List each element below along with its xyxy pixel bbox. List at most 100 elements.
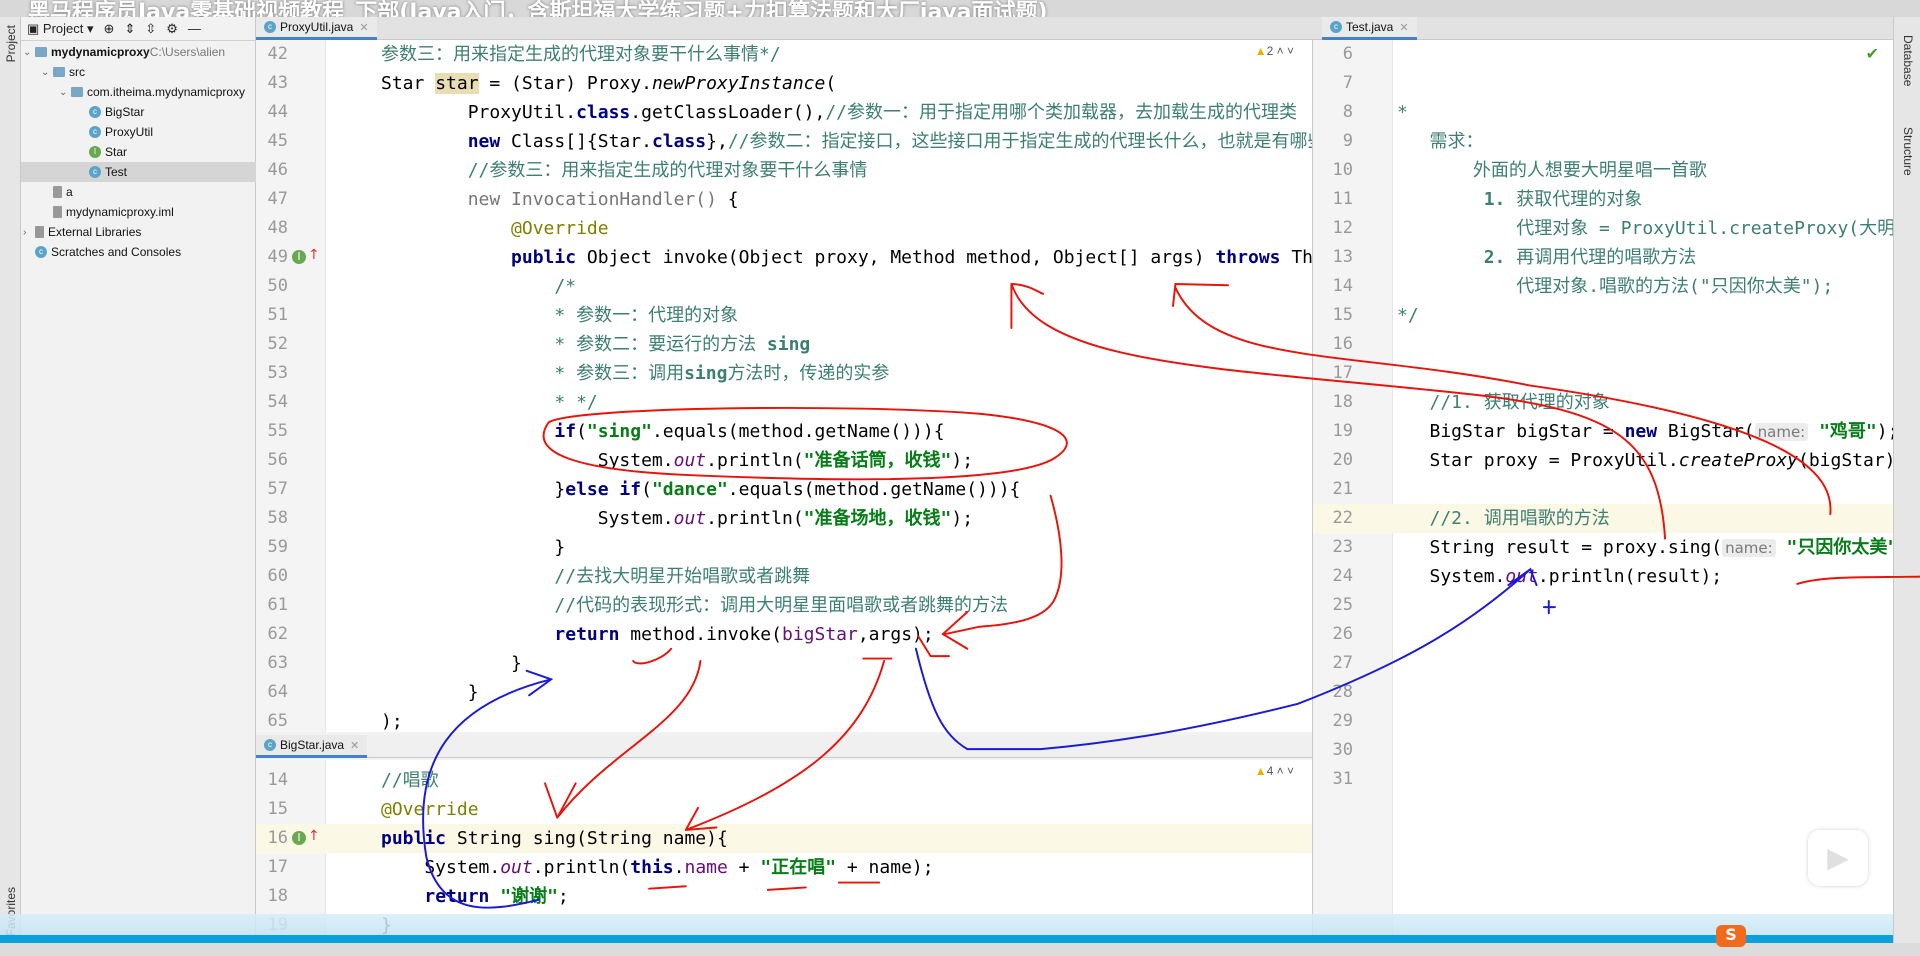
test-editor[interactable]: ✔ 6 7 8 * 9 需求： 10 外面的人想要大明星唱一首歌 11 1. 获取代理的对象… <box>1312 40 1893 943</box>
code-line[interactable]: 43 Star star = (Star) Proxy.newProxyInsta… <box>256 69 1312 98</box>
code-line[interactable]: 15 */ <box>1313 301 1893 330</box>
code-line[interactable]: 59 } <box>256 533 1312 562</box>
tree-item-mydynamicproxy[interactable]: ⌄ mydynamicproxy C:\Users\alien <box>21 42 256 62</box>
code-line[interactable]: 45 new Class[]{Star.class},//参数二：指定接口，这些… <box>256 127 1312 156</box>
locate-icon[interactable]: ⊕ <box>104 21 115 37</box>
chevron-icon[interactable]: ⌄ <box>23 47 35 58</box>
code-line[interactable]: 15 @Override <box>256 795 1312 824</box>
code-line[interactable]: 17 System.out.println(this.name + "正在唱" … <box>256 853 1312 882</box>
code-line[interactable]: 8 * <box>1313 98 1893 127</box>
code-line[interactable]: 62 return method.invoke(bigStar,args); <box>256 620 1312 649</box>
code-line[interactable]: 21 <box>1313 475 1893 504</box>
code-line[interactable]: 26 <box>1313 620 1893 649</box>
code-line[interactable]: 9 需求： <box>1313 127 1893 156</box>
code-line[interactable]: 42 参数三：用来指定生成的代理对象要干什么事情*/ <box>256 40 1312 69</box>
code-line[interactable]: 44 ProxyUtil.class.getClassLoader(),//参数… <box>256 98 1312 127</box>
video-progress-bar[interactable] <box>0 935 1893 943</box>
code-line[interactable]: 60 //去找大明星开始唱歌或者跳舞 <box>256 562 1312 591</box>
override-arrow-icon[interactable]: ↑ <box>308 247 320 263</box>
code-line[interactable]: 49 public Object invoke(Object proxy, Me… <box>256 243 1312 272</box>
hide-icon[interactable]: — <box>188 21 201 36</box>
tab-bigstar[interactable]: c BigStar.java ✕ <box>256 735 368 758</box>
code-line[interactable]: 64 } <box>256 678 1312 707</box>
code-line[interactable]: 65); <box>256 707 1312 732</box>
code-line[interactable]: 46 //参数三：用来指定生成的代理对象要干什么事情 <box>256 156 1312 185</box>
tree-item-star[interactable]: I Star <box>21 142 256 162</box>
tree-item-bigstar[interactable]: c BigStar <box>21 102 256 122</box>
close-tab-icon[interactable]: ✕ <box>359 21 368 34</box>
code-line[interactable]: 14 //唱歌 <box>256 766 1312 795</box>
code-line[interactable]: 52 * 参数二：要运行的方法 sing <box>256 330 1312 359</box>
project-view-selector[interactable]: ▣ Project ▾ <box>27 21 94 37</box>
code-token: if <box>554 421 577 442</box>
code-line[interactable]: 61 //代码的表现形式：调用大明星里面唱歌或者跳舞的方法 <box>256 591 1312 620</box>
code-token: 方法时，传递的实参 <box>727 363 890 384</box>
chevron-icon[interactable]: › <box>23 227 35 238</box>
code-line[interactable]: 48 @Override <box>256 214 1312 243</box>
code-line[interactable]: 22 //2. 调用唱歌的方法 <box>1313 504 1893 533</box>
code-line[interactable]: 12 代理对象 = ProxyUtil.createProxy(大明星对象); <box>1313 214 1893 243</box>
code-line[interactable]: 28 <box>1313 678 1893 707</box>
code-line[interactable]: 54 * */ <box>256 388 1312 417</box>
code-line[interactable]: 29 <box>1313 707 1893 736</box>
gear-icon[interactable]: ⚙ <box>166 21 178 37</box>
collapse-all-icon[interactable]: ⇳ <box>145 21 156 37</box>
warning-indicator[interactable]: ▲2 ˄ ˅ <box>1255 44 1294 58</box>
code-line[interactable]: 18 //1. 获取代理的对象 <box>1313 388 1893 417</box>
code-text: System.out.println(this.name + "正在唱" + n… <box>381 853 933 882</box>
code-line[interactable]: 58 System.out.println("准备场地，收钱"); <box>256 504 1312 533</box>
implements-method-icon[interactable]: I <box>292 831 306 845</box>
close-tab-icon[interactable]: ✕ <box>350 739 359 752</box>
chevron-icon[interactable]: ⌄ <box>59 87 71 98</box>
code-line[interactable]: 50 /* <box>256 272 1312 301</box>
play-icon[interactable]: ▶ <box>1808 830 1868 886</box>
override-arrow-icon[interactable]: ↑ <box>308 828 320 844</box>
code-line[interactable]: 30 <box>1313 736 1893 765</box>
tree-item-mydynamicproxy-iml[interactable]: mydynamicproxy.iml <box>21 202 256 222</box>
tree-item-com-itheima-mydynamicproxy[interactable]: ⌄ com.itheima.mydynamicproxy <box>21 82 256 102</box>
code-line[interactable]: 53 * 参数三：调用sing方法时，传递的实参 <box>256 359 1312 388</box>
tree-item-test[interactable]: c Test <box>21 162 256 182</box>
code-line[interactable]: 27 <box>1313 649 1893 678</box>
code-line[interactable]: 6 <box>1313 40 1893 69</box>
tree-item-proxyutil[interactable]: c ProxyUtil <box>21 122 256 142</box>
code-line[interactable]: 20 Star proxy = ProxyUtil.createProxy(bi… <box>1313 446 1893 475</box>
tree-item-src[interactable]: ⌄ src <box>21 62 256 82</box>
code-text: ProxyUtil.class.getClassLoader(),//参数一：用… <box>381 98 1297 127</box>
code-line[interactable]: 7 <box>1313 69 1893 98</box>
code-line[interactable]: 23 String result = proxy.sing(name: "只因你… <box>1313 533 1893 562</box>
code-line[interactable]: 63 } <box>256 649 1312 678</box>
structure-tool-button[interactable]: Structure <box>1901 127 1915 176</box>
code-line[interactable]: 57 }else if("dance".equals(method.getNam… <box>256 475 1312 504</box>
tree-item-external-libraries[interactable]: › External Libraries <box>21 222 256 242</box>
implements-method-icon[interactable]: I <box>292 250 306 264</box>
expand-all-icon[interactable]: ⇕ <box>124 21 135 37</box>
code-line[interactable]: 19 BigStar bigStar = new BigStar(name: "… <box>1313 417 1893 446</box>
tab-proxyutil[interactable]: c ProxyUtil.java ✕ <box>256 17 377 40</box>
code-line[interactable]: 51 * 参数一：代理的对象 <box>256 301 1312 330</box>
code-line[interactable]: 18 return "谢谢"; <box>256 882 1312 911</box>
tree-item-a[interactable]: a <box>21 182 256 202</box>
chevron-icon[interactable]: ⌄ <box>41 67 53 78</box>
code-line[interactable]: 10 外面的人想要大明星唱一首歌 <box>1313 156 1893 185</box>
project-tool-button[interactable]: Project <box>4 25 18 62</box>
code-line[interactable]: 16 <box>1313 330 1893 359</box>
code-line[interactable]: 56 System.out.println("准备话筒，收钱"); <box>256 446 1312 475</box>
tab-test[interactable]: c Test.java ✕ <box>1322 17 1417 40</box>
close-tab-icon[interactable]: ✕ <box>1399 21 1408 34</box>
code-line[interactable]: 16 public String sing(String name){ <box>256 824 1312 853</box>
warning-indicator[interactable]: ▲4 ˄ ˅ <box>1255 764 1294 778</box>
code-line[interactable]: 31 <box>1313 765 1893 794</box>
code-line[interactable]: 47 new InvocationHandler() { <box>256 185 1312 214</box>
database-tool-button[interactable]: Database <box>1901 35 1915 86</box>
code-token: class <box>651 131 707 152</box>
code-line[interactable]: 17 <box>1313 359 1893 388</box>
proxyutil-editor[interactable]: 42 参数三：用来指定生成的代理对象要干什么事情*/ 43 Star star = (… <box>256 40 1312 732</box>
code-line[interactable]: 14 代理对象.唱歌的方法("只因你太美"); <box>1313 272 1893 301</box>
code-line[interactable]: 24 System.out.println(result); <box>1313 562 1893 591</box>
code-line[interactable]: 25 <box>1313 591 1893 620</box>
code-line[interactable]: 13 2. 再调用代理的唱歌方法 <box>1313 243 1893 272</box>
tree-item-scratches-and-consoles[interactable]: c Scratches and Consoles <box>21 242 256 262</box>
code-line[interactable]: 55 if("sing".equals(method.getName())){ <box>256 417 1312 446</box>
code-line[interactable]: 11 1. 获取代理的对象 <box>1313 185 1893 214</box>
